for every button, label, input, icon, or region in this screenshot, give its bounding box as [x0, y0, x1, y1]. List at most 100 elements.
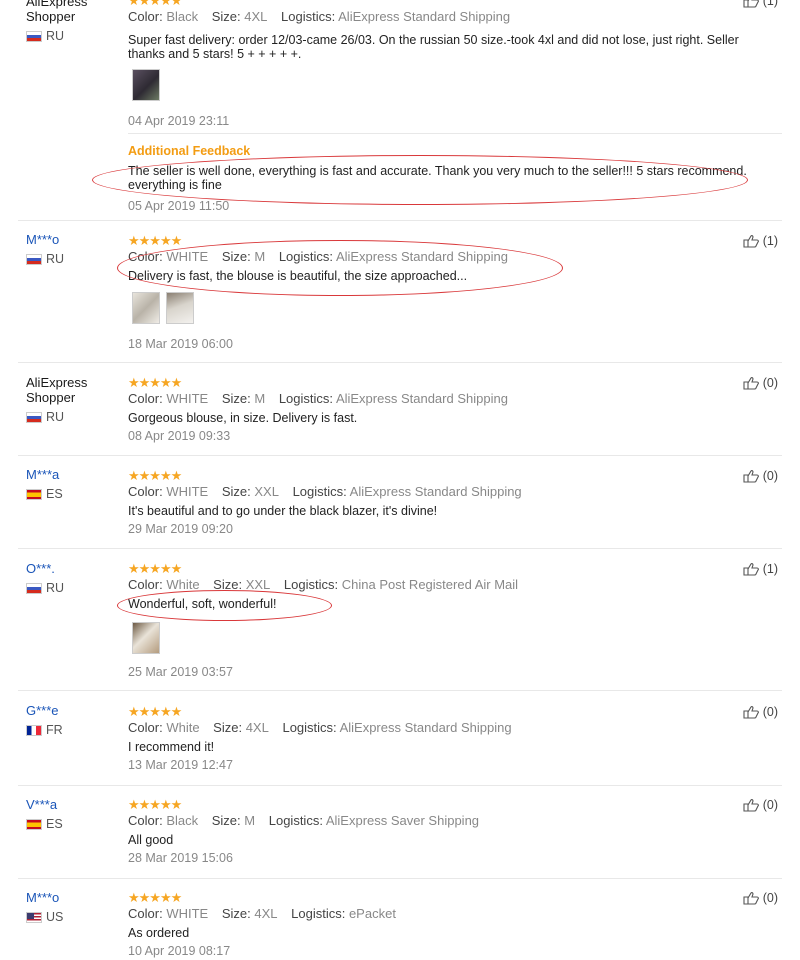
reviewer-country: ES: [26, 817, 121, 831]
country-code: RU: [46, 252, 65, 266]
reviewer-name[interactable]: M***o: [26, 232, 121, 247]
helpful-button[interactable]: (0): [743, 376, 778, 390]
reviewer: O***. RU: [26, 561, 121, 595]
logistics-label: Logistics:: [291, 906, 346, 921]
review-text: It's beautiful and to go under the black…: [128, 504, 438, 518]
helpful-button[interactable]: (1): [743, 234, 778, 248]
size-value: XXL: [254, 484, 279, 499]
color-value: White: [166, 720, 200, 735]
reviewer-name[interactable]: M***a: [26, 467, 121, 482]
review-body: ★★★★★ Color: White Size: 4XL Logistics: …: [128, 705, 768, 772]
review-text: Wonderful, soft, wonderful!: [128, 597, 277, 611]
reviewer: M***o RU: [26, 232, 121, 266]
size-value: M: [254, 249, 266, 264]
color-label: Color:: [128, 249, 163, 264]
size-value: 4XL: [245, 720, 269, 735]
color-label: Color:: [128, 720, 163, 735]
color-label: Color:: [128, 906, 163, 921]
review-date: 08 Apr 2019 09:33: [128, 429, 231, 443]
review-divider: [18, 690, 782, 691]
reviewer-name[interactable]: G***e: [26, 703, 121, 718]
review-date: 25 Mar 2019 03:57: [128, 665, 233, 679]
color-label: Color:: [128, 813, 163, 828]
helpful-button[interactable]: (0): [743, 469, 778, 483]
helpful-count: (0): [762, 891, 778, 905]
size-label: Size:: [221, 249, 251, 264]
color-value: Black: [166, 813, 199, 828]
reviewer-country: RU: [26, 581, 121, 595]
review-text: Delivery is fast, the blouse is beautifu…: [128, 269, 468, 283]
reviewer: V***a ES: [26, 797, 121, 831]
additional-feedback-date: 05 Apr 2019 11:50: [128, 199, 230, 213]
reviewer-country: ES: [26, 487, 121, 501]
order-info: Color: White Size: 4XL Logistics: AliExp…: [128, 720, 768, 736]
review-photo[interactable]: [166, 292, 194, 324]
review-divider: [18, 455, 782, 456]
logistics-label: Logistics:: [278, 249, 334, 264]
helpful-button[interactable]: (0): [743, 891, 778, 905]
review-body: ★★★★★ Color: WHITE Size: M Logistics: Al…: [128, 234, 768, 283]
country-code: RU: [46, 581, 65, 595]
reviewer-name[interactable]: O***.: [26, 561, 121, 576]
review-date: 10 Apr 2019 08:17: [128, 944, 231, 958]
size-label: Size:: [221, 391, 251, 406]
review-photo[interactable]: [132, 69, 160, 101]
helpful-button[interactable]: (0): [743, 705, 778, 719]
reviewer: G***e FR: [26, 703, 121, 737]
logistics-value: AliExpress Standard Shipping: [335, 249, 508, 264]
review-body: ★★★★★ Color: WHITE Size: XXL Logistics: …: [128, 469, 768, 536]
size-value: 4XL: [254, 906, 278, 921]
country-code: FR: [46, 723, 63, 737]
additional-feedback-text: The seller is well done, everything is f…: [128, 164, 747, 192]
size-value: M: [254, 391, 266, 406]
helpful-count: (0): [762, 376, 778, 390]
rating-stars: ★★★★★: [128, 468, 182, 483]
thumbs-up-icon: [743, 563, 759, 576]
size-label: Size:: [221, 906, 251, 921]
reviewer-country: RU: [26, 252, 121, 266]
helpful-count: (1): [762, 562, 778, 576]
review-date: 29 Mar 2019 09:20: [128, 522, 233, 536]
rating-stars: ★★★★★: [128, 0, 182, 8]
color-label: Color:: [128, 577, 163, 592]
country-code: RU: [46, 29, 65, 43]
logistics-label: Logistics:: [268, 813, 323, 828]
rating-stars: ★★★★★: [128, 890, 182, 905]
helpful-button[interactable]: (1): [743, 562, 778, 576]
review-photos: [132, 69, 160, 101]
helpful-button[interactable]: (1): [743, 0, 778, 8]
reviewer-name[interactable]: V***a: [26, 797, 121, 812]
color-label: Color:: [128, 391, 163, 406]
reviewer-name: AliExpress: [26, 375, 88, 390]
reviewer-country: RU: [26, 29, 121, 43]
reviewer-name: AliExpress: [26, 0, 88, 9]
review-divider: [18, 878, 782, 879]
review-text: Super fast delivery: order 12/03-came 26…: [128, 33, 739, 61]
logistics-value: China Post Registered Air Mail: [341, 577, 519, 592]
review-divider: [18, 548, 782, 549]
helpful-button[interactable]: (0): [743, 798, 778, 812]
order-info: Color: WHITE Size: XXL Logistics: AliExp…: [128, 484, 768, 500]
review-divider: [18, 785, 782, 786]
logistics-value: AliExpress Standard Shipping: [349, 484, 522, 499]
thumbs-up-icon: [743, 470, 759, 483]
review-photo[interactable]: [132, 292, 160, 324]
order-info: Color: WHITE Size: 4XL Logistics: ePacke…: [128, 906, 768, 922]
review-divider: [18, 362, 782, 363]
review-body: ★★★★★ Color: Black Size: 4XL Logistics: …: [128, 0, 768, 61]
rating-stars: ★★★★★: [128, 375, 182, 390]
reviewer-name[interactable]: M***o: [26, 890, 121, 905]
color-value: WHITE: [166, 391, 209, 406]
reviewer: AliExpress Shopper RU: [26, 375, 121, 424]
size-label: Size:: [213, 720, 243, 735]
color-value: White: [166, 577, 200, 592]
review-divider: [18, 220, 782, 221]
helpful-count: (0): [762, 705, 778, 719]
rating-stars: ★★★★★: [128, 233, 182, 248]
logistics-value: AliExpress Saver Shipping: [325, 813, 480, 828]
thumbs-up-icon: [743, 235, 759, 248]
reviewer-country: RU: [26, 410, 121, 424]
review-photo[interactable]: [132, 622, 160, 654]
color-value: WHITE: [166, 906, 209, 921]
logistics-value: AliExpress Standard Shipping: [335, 391, 508, 406]
